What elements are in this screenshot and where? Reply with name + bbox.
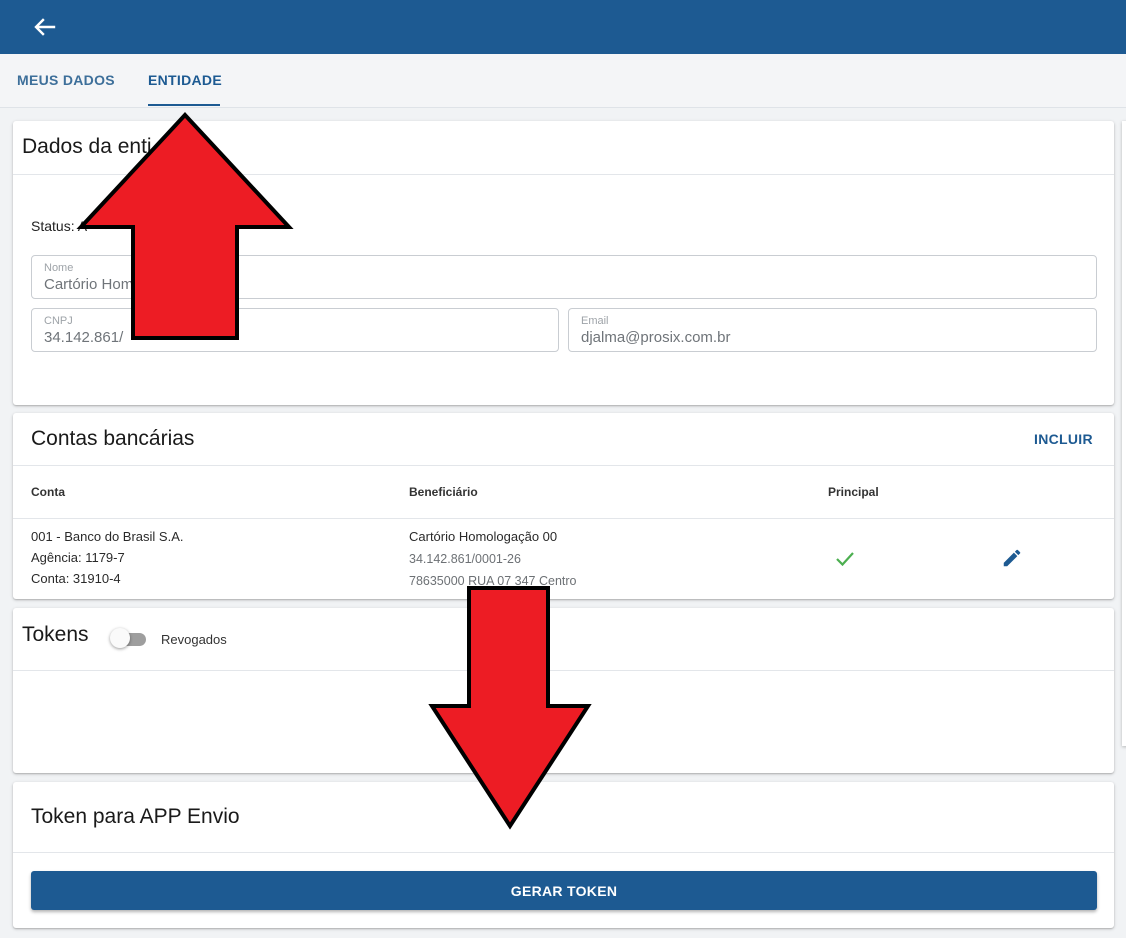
arrow-left-icon [34, 18, 56, 36]
column-header-beneficiario: Beneficiário [409, 485, 478, 499]
toggle-thumb [110, 628, 130, 648]
agency: Agência: 1179-7 [31, 550, 125, 565]
generate-token-button[interactable]: GERAR TOKEN [31, 871, 1097, 910]
bank-accounts-title: Contas bancárias [31, 427, 195, 450]
bank-accounts-card: Contas bancárias INCLUIR Conta Beneficiá… [13, 413, 1114, 599]
active-tab-indicator [148, 104, 220, 106]
account-cell: 001 - Banco do Brasil S.A. Agência: 1179… [31, 526, 183, 589]
tab-bar: MEUS DADOS ENTIDADE [0, 54, 1126, 108]
check-icon [836, 552, 854, 567]
divider [13, 852, 1114, 853]
revogados-toggle[interactable] [110, 628, 148, 648]
app-token-title: Token para APP Envio [31, 805, 240, 828]
cnpj-field-label: CNPJ [44, 315, 73, 327]
email-field-label: Email [581, 315, 609, 327]
tab-entidade[interactable]: ENTIDADE [148, 72, 222, 88]
back-button[interactable] [30, 14, 58, 40]
tokens-title: Tokens [22, 623, 89, 646]
nome-field-label: Nome [44, 262, 74, 274]
add-bank-account-button[interactable]: INCLUIR [1034, 431, 1093, 447]
column-header-principal: Principal [828, 485, 879, 499]
revogados-label: Revogados [161, 632, 227, 647]
account-number: Conta: 31910-4 [31, 571, 121, 586]
side-panel-edge [1122, 121, 1126, 746]
email-field[interactable]: Email djalma@prosix.com.br [568, 308, 1097, 352]
bank-name: 001 - Banco do Brasil S.A. [31, 529, 184, 544]
beneficiary-cnpj: 34.142.861/0001-26 [409, 552, 521, 566]
red-down-arrow-icon [428, 586, 592, 830]
app-bar [0, 0, 1126, 54]
beneficiary-name: Cartório Homologação 00 [409, 529, 558, 544]
tab-meus-dados[interactable]: MEUS DADOS [17, 72, 115, 88]
column-header-conta: Conta [31, 485, 65, 499]
divider [13, 465, 1114, 466]
email-field-value: djalma@prosix.com.br [581, 329, 731, 346]
pencil-icon[interactable] [1001, 547, 1023, 569]
red-up-arrow-icon [76, 112, 294, 340]
